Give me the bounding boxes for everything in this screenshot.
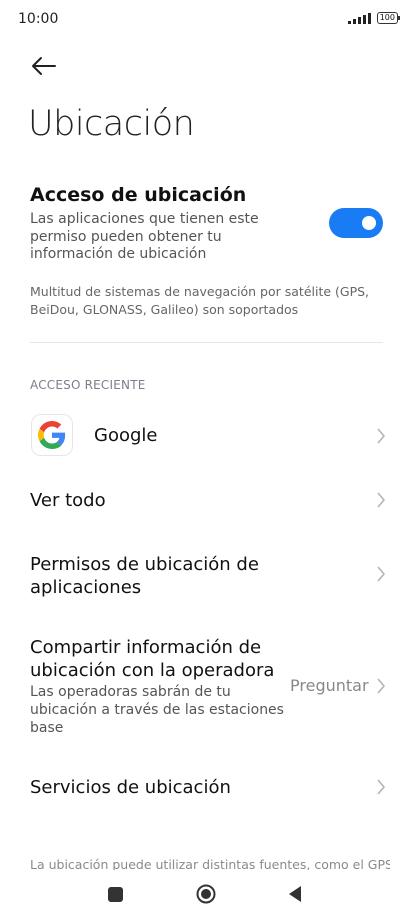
status-time: 10:00 (18, 11, 59, 27)
page-title: Ubicación (28, 104, 195, 144)
location-access-description: Las aplicaciones que tienen este permiso… (30, 211, 259, 262)
recent-apps-button[interactable] (108, 887, 123, 902)
recent-app-google[interactable]: Google (94, 425, 157, 446)
signal-icon (347, 12, 371, 24)
chevron-right-icon (376, 779, 386, 795)
back-triangle-icon[interactable] (286, 884, 304, 904)
chevron-right-icon (376, 428, 386, 444)
home-button[interactable] (196, 884, 216, 904)
chevron-right-icon (376, 678, 386, 694)
location-access-toggle[interactable] (329, 208, 383, 238)
carrier-sharing-description: Las operadoras sabrán de tu ubicación a … (30, 684, 284, 736)
app-location-permissions-row[interactable]: Permisos de ubicación de aplicaciones (30, 553, 290, 599)
footer-info-text: La ubicación puede utilizar distintas fu… (30, 857, 390, 870)
divider (30, 342, 383, 343)
toggle-knob (362, 216, 376, 230)
carrier-sharing-value[interactable]: Preguntar (290, 676, 369, 695)
see-all-row[interactable]: Ver todo (30, 490, 106, 511)
chevron-right-icon (376, 566, 386, 582)
status-indicators: 100 (347, 12, 401, 24)
gnss-support-note: Multitud de sistemas de navegación por s… (30, 284, 370, 317)
back-arrow-icon[interactable] (28, 52, 58, 80)
battery-icon: 100 (376, 12, 401, 24)
recent-access-header: ACCESO RECIENTE (30, 378, 146, 392)
google-icon[interactable] (31, 414, 73, 456)
chevron-right-icon (376, 492, 386, 508)
carrier-location-sharing-row[interactable]: Compartir información de ubicación con l… (30, 636, 290, 682)
location-access-title: Acceso de ubicación (30, 184, 247, 206)
location-services-row[interactable]: Servicios de ubicación (30, 777, 231, 798)
